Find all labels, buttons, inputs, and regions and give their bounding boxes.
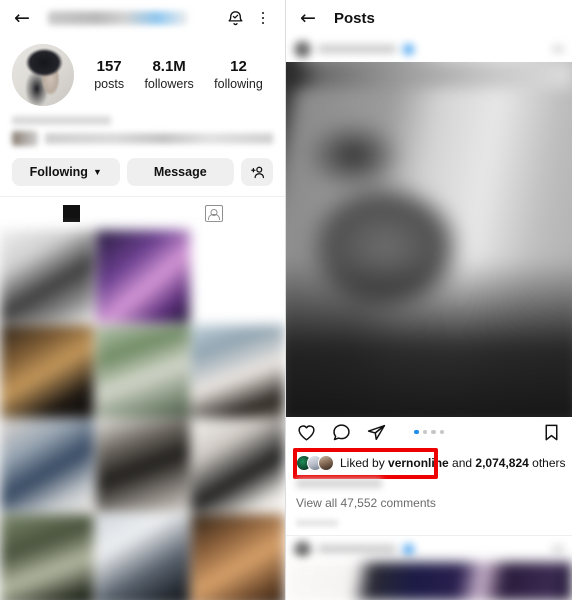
chevron-down-icon: ▼	[92, 166, 102, 177]
grid-item[interactable]	[0, 419, 94, 512]
arrow-left-glyph: ←	[300, 6, 316, 29]
grid-item[interactable]	[191, 513, 285, 600]
stat-followers[interactable]: 8.1M followers	[144, 58, 193, 92]
add-person-icon[interactable]	[241, 158, 273, 186]
post-panel: ← Posts Liked by vernonline and 2,074,82…	[286, 0, 572, 600]
following-button[interactable]: Following ▼	[12, 158, 120, 186]
post-image-top-band	[286, 62, 572, 88]
grid-item[interactable]	[95, 230, 190, 323]
avatar[interactable]	[12, 44, 74, 106]
more-vertical-icon[interactable]	[251, 6, 275, 30]
back-icon[interactable]: ←	[296, 6, 320, 30]
bookmark-icon[interactable]	[541, 422, 562, 443]
post-author-row[interactable]	[286, 36, 572, 62]
carousel-dot	[439, 429, 444, 435]
stat-posts-label: posts	[94, 76, 125, 91]
grid-item[interactable]	[0, 230, 94, 323]
profile-header: ←	[0, 0, 285, 36]
share-icon[interactable]	[366, 422, 387, 443]
carousel-dot	[422, 429, 427, 435]
posts-header: ← Posts	[286, 0, 572, 36]
avatar-photo	[12, 44, 74, 106]
liked-by-content: Liked by vernonline and 2,074,824 others	[296, 447, 566, 479]
profile-panel: ← 157 posts 8.1M followers 12 following …	[0, 0, 286, 600]
back-icon[interactable]: ←	[10, 6, 34, 30]
grid-item[interactable]	[95, 513, 190, 600]
stat-followers-label: followers	[144, 76, 194, 91]
bio-name-redacted	[12, 116, 112, 125]
next-post-image-peek	[286, 562, 572, 600]
profile-action-buttons: Following ▼ Message	[0, 148, 285, 196]
stat-followers-number: 8.1M	[152, 57, 186, 75]
next-post-avatar	[294, 540, 311, 558]
arrow-left-glyph: ←	[14, 6, 30, 29]
following-button-label: Following	[29, 165, 88, 179]
heart-icon[interactable]	[296, 422, 317, 443]
next-post-name-redacted	[318, 545, 396, 553]
liked-by-row[interactable]: Liked by vernonline and 2,074,824 others	[286, 447, 572, 479]
liker-avatars	[296, 455, 334, 471]
post-action-bar	[286, 417, 572, 447]
post-more-icon[interactable]	[552, 45, 564, 53]
message-button[interactable]: Message	[126, 158, 234, 186]
liked-by-prefix: Liked by	[340, 456, 389, 470]
avatar-image	[12, 44, 74, 106]
more-dots	[261, 11, 265, 25]
stat-following[interactable]: 12 following	[214, 58, 263, 92]
liked-by-count: 2,074,824	[475, 456, 529, 470]
profile-username-redacted[interactable]	[48, 11, 188, 25]
liked-by-text: Liked by vernonline and 2,074,824 others	[340, 456, 566, 470]
liked-by-suffix: others	[528, 456, 566, 470]
verified-badge-icon	[403, 543, 414, 555]
post-caption-redacted	[296, 479, 382, 488]
stats-group: 157 posts 8.1M followers 12 following	[74, 58, 273, 92]
grid-item[interactable]	[0, 513, 94, 600]
profile-header-actions	[223, 6, 275, 30]
grid-item[interactable]	[95, 419, 190, 512]
page-title: Posts	[334, 9, 375, 27]
grid-item[interactable]	[95, 324, 190, 418]
bio-detail-row	[12, 131, 273, 146]
liked-by-username[interactable]: vernonline	[388, 456, 449, 470]
profile-tabs	[0, 196, 285, 230]
next-post-author-row	[286, 536, 572, 562]
next-post-preview[interactable]	[286, 535, 572, 600]
post-image-content	[286, 62, 572, 417]
liker-avatar	[318, 455, 334, 471]
grid-item[interactable]	[0, 324, 94, 418]
liked-by-middle: and	[448, 456, 476, 470]
verified-badge-icon	[403, 43, 414, 55]
tab-grid[interactable]	[0, 197, 143, 230]
post-author-avatar	[294, 40, 311, 58]
grid-icon	[62, 205, 80, 222]
app-screen: ← 157 posts 8.1M followers 12 following …	[0, 0, 572, 600]
post-image[interactable]	[286, 62, 572, 417]
stat-following-number: 12	[230, 57, 247, 75]
grid-item[interactable]	[191, 324, 285, 418]
post-timestamp-redacted	[296, 520, 338, 526]
bio-text-redacted	[45, 133, 273, 144]
grid-item[interactable]	[191, 230, 285, 323]
carousel-dot	[414, 429, 419, 435]
grid-item[interactable]	[191, 419, 285, 512]
stat-posts-number: 157	[96, 57, 122, 75]
comment-icon[interactable]	[331, 422, 352, 443]
message-button-label: Message	[153, 165, 207, 179]
stat-posts[interactable]: 157 posts	[94, 58, 124, 92]
carousel-dot	[431, 429, 436, 435]
bell-check-icon[interactable]	[223, 6, 247, 30]
view-comments-link[interactable]: View all 47,552 comments	[286, 488, 572, 510]
next-post-more-icon	[552, 545, 564, 553]
stat-following-label: following	[214, 76, 263, 91]
bio-thumb-redacted	[12, 131, 38, 146]
tab-tagged[interactable]	[143, 197, 286, 230]
post-author-name-redacted	[318, 45, 396, 53]
photo-grid	[0, 230, 285, 600]
profile-stats-row: 157 posts 8.1M followers 12 following	[0, 36, 285, 110]
carousel-indicator	[286, 429, 572, 435]
profile-bio	[0, 110, 285, 148]
tagged-person-icon	[204, 205, 223, 222]
